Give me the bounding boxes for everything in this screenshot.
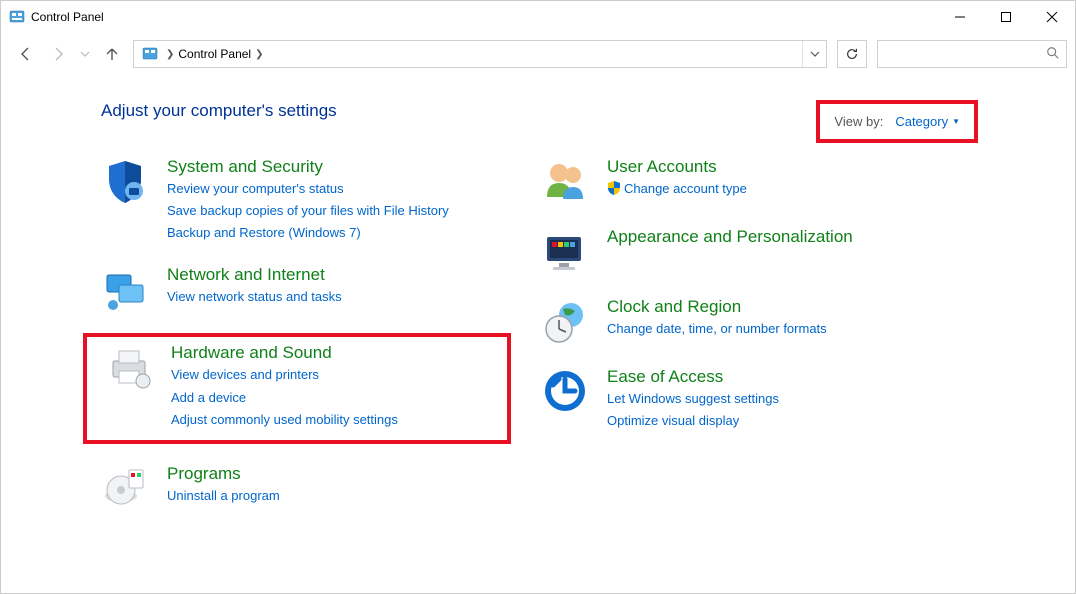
category-link[interactable]: Review your computer's status — [167, 179, 449, 199]
appearance-icon — [541, 227, 589, 275]
category-link[interactable]: Save backup copies of your files with Fi… — [167, 201, 449, 221]
title-bar: Control Panel — [1, 1, 1075, 33]
category-title[interactable]: Programs — [167, 464, 280, 484]
category-title[interactable]: Appearance and Personalization — [607, 227, 853, 247]
programs-icon — [101, 464, 149, 512]
category-title[interactable]: Ease of Access — [607, 367, 779, 387]
users-icon — [541, 157, 589, 205]
chevron-right-icon[interactable]: ❯ — [166, 49, 174, 60]
category-appearance: Appearance and Personalization — [541, 225, 941, 277]
address-dropdown[interactable] — [802, 41, 826, 67]
chevron-right-icon[interactable]: ❯ — [255, 49, 263, 60]
printer-icon — [105, 343, 153, 391]
category-link[interactable]: Change account type — [607, 179, 747, 201]
category-network-internet: Network and Internet View network status… — [101, 263, 501, 315]
chevron-down-icon: ▼ — [952, 117, 960, 126]
link-text: Change account type — [624, 181, 747, 196]
recent-dropdown[interactable] — [79, 43, 91, 65]
category-hardware-sound: Hardware and Sound View devices and prin… — [83, 333, 511, 443]
view-by-selector: View by: Category ▼ — [816, 100, 978, 143]
minimize-button[interactable] — [937, 1, 983, 33]
category-title[interactable]: Hardware and Sound — [171, 343, 398, 363]
category-ease-of-access: Ease of Access Let Windows suggest setti… — [541, 365, 941, 433]
content-area: Adjust your computer's settings System a… — [1, 75, 1075, 532]
category-clock-region: Clock and Region Change date, time, or n… — [541, 295, 941, 347]
control-panel-icon — [9, 9, 25, 25]
category-column-left: System and Security Review your computer… — [101, 155, 501, 532]
category-link[interactable]: Adjust commonly used mobility settings — [171, 410, 398, 430]
refresh-button[interactable] — [837, 40, 867, 68]
category-link[interactable]: Change date, time, or number formats — [607, 319, 827, 339]
uac-shield-icon — [607, 181, 621, 201]
view-by-dropdown[interactable]: Category ▼ — [895, 114, 960, 129]
category-title[interactable]: User Accounts — [607, 157, 747, 177]
view-by-value: Category — [895, 114, 948, 129]
close-button[interactable] — [1029, 1, 1075, 33]
category-link[interactable]: Uninstall a program — [167, 486, 280, 506]
category-link[interactable]: View network status and tasks — [167, 287, 342, 307]
category-link[interactable]: Let Windows suggest settings — [607, 389, 779, 409]
category-column-right: User Accounts Change account type Appear… — [541, 155, 941, 532]
category-link[interactable]: Backup and Restore (Windows 7) — [167, 223, 449, 243]
shield-icon — [101, 157, 149, 205]
network-icon — [101, 265, 149, 313]
category-title[interactable]: Clock and Region — [607, 297, 827, 317]
category-link[interactable]: View devices and printers — [171, 365, 398, 385]
search-icon — [1046, 46, 1060, 63]
breadcrumb-root[interactable]: Control Panel — [178, 47, 251, 61]
category-grid: System and Security Review your computer… — [101, 155, 1015, 532]
search-box[interactable] — [877, 40, 1067, 68]
window-controls — [937, 1, 1075, 33]
category-title[interactable]: System and Security — [167, 157, 449, 177]
control-panel-icon — [142, 46, 158, 62]
view-by-label: View by: — [834, 114, 883, 129]
category-title[interactable]: Network and Internet — [167, 265, 342, 285]
nav-toolbar: ❯ Control Panel ❯ — [1, 33, 1075, 75]
maximize-button[interactable] — [983, 1, 1029, 33]
category-link[interactable]: Add a device — [171, 388, 398, 408]
clock-globe-icon — [541, 297, 589, 345]
category-system-security: System and Security Review your computer… — [101, 155, 501, 245]
ease-of-access-icon — [541, 367, 589, 415]
window-title: Control Panel — [31, 10, 937, 24]
category-link[interactable]: Optimize visual display — [607, 411, 779, 431]
category-programs: Programs Uninstall a program — [101, 462, 501, 514]
forward-button[interactable] — [47, 43, 69, 65]
address-bar[interactable]: ❯ Control Panel ❯ — [133, 40, 827, 68]
back-button[interactable] — [15, 43, 37, 65]
up-button[interactable] — [101, 43, 123, 65]
category-user-accounts: User Accounts Change account type — [541, 155, 941, 207]
